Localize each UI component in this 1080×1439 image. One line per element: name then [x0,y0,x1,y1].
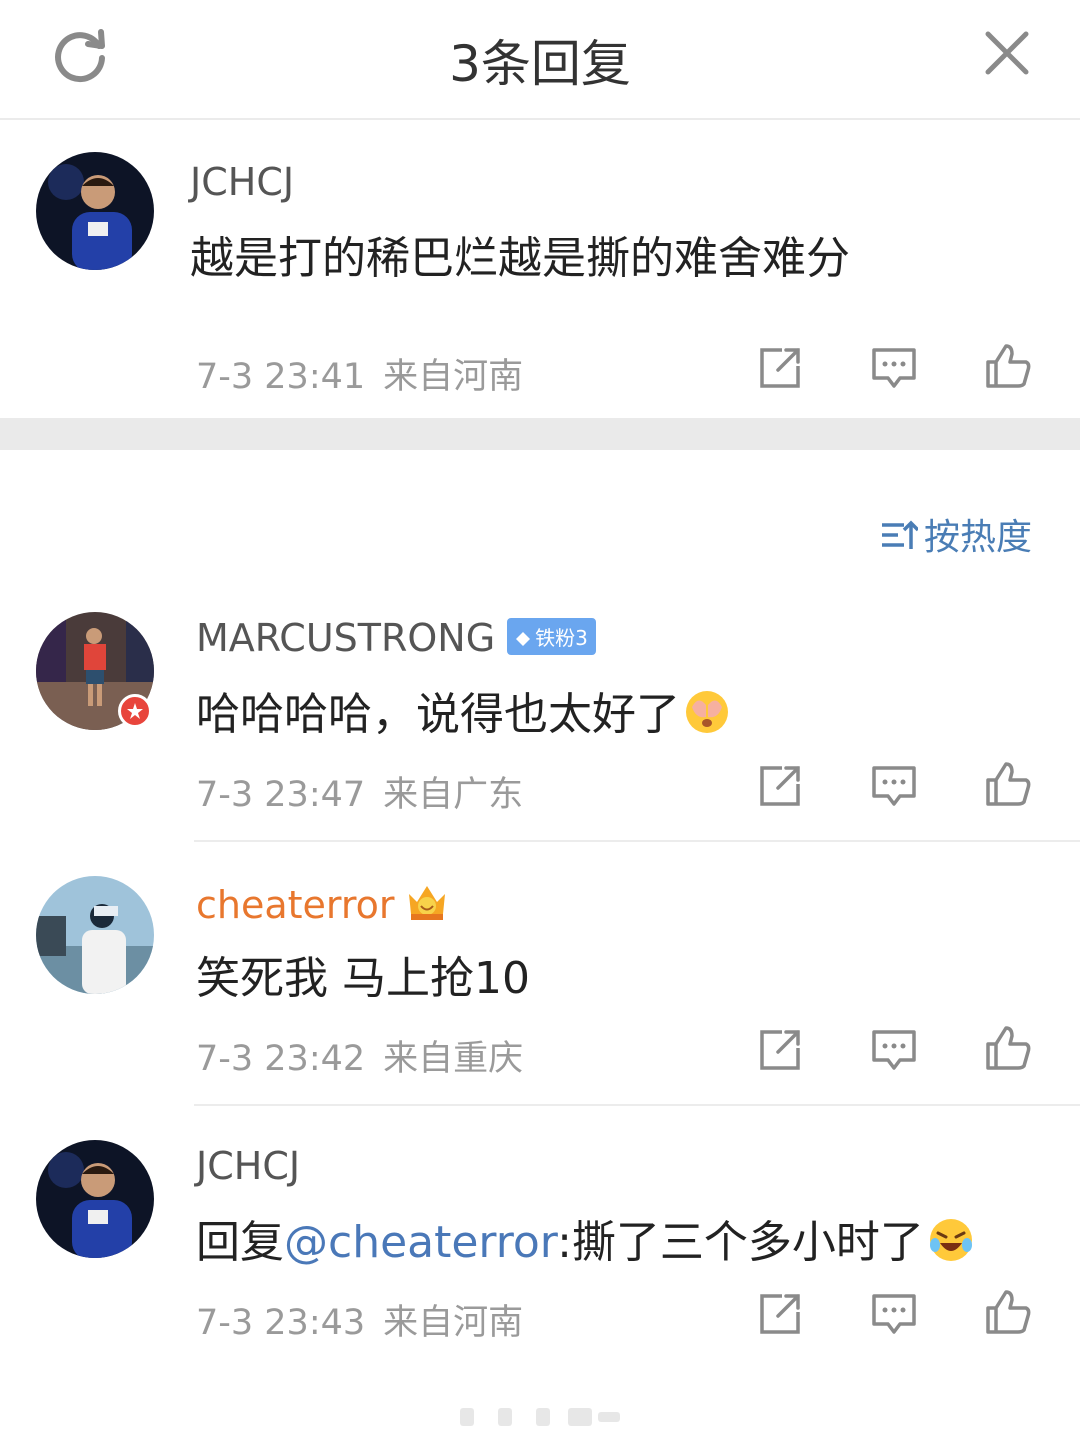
reply-username[interactable]: MARCUSTRONG 铁粉3 [196,616,596,660]
avatar[interactable] [36,876,154,994]
close-icon[interactable] [982,28,1032,78]
comment-text: 越是打的稀巴烂越是撕的难舍难分 [190,233,850,284]
watermark-icon [458,1402,624,1432]
reply-time: 7-3 23:43 [196,1303,366,1343]
reply-text: 回复@cheaterror:撕了三个多小时了 [196,1206,974,1270]
reply-username-text: MARCUSTRONG [196,616,496,660]
mention-link[interactable]: @cheaterror [284,1217,557,1268]
reply-username-text: cheaterror [196,883,395,927]
reply-time: 7-3 23:47 [196,775,366,815]
comment-location: 来自河南 [383,357,524,397]
comment-icon[interactable] [870,762,918,810]
reply-meta: 7-3 23:43 来自河南 [196,1294,523,1345]
laughing-crying-emoji-icon [928,1217,974,1263]
fan-badge: 铁粉3 [507,618,596,655]
header-bar: 3条回复 [0,0,1080,120]
share-icon[interactable] [756,1290,804,1338]
reply-username[interactable]: JCHCJ [196,1144,300,1188]
reply-separator [194,1104,1080,1106]
reply-location: 来自广东 [383,775,524,815]
comment-time: 7-3 23:41 [196,357,366,397]
comment-icon[interactable] [870,344,918,392]
reply-meta: 7-3 23:47 来自广东 [196,766,523,817]
diamond-icon [515,628,531,646]
share-icon[interactable] [756,344,804,392]
section-divider [0,418,1080,450]
share-icon[interactable] [756,762,804,810]
reply-time: 7-3 23:42 [196,1039,366,1079]
reply-text: 笑死我 马上抢10 [196,953,530,1004]
shy-face-emoji-icon [684,689,730,735]
crown-icon [405,880,449,924]
avatar[interactable] [36,1140,154,1258]
avatar[interactable] [36,152,154,270]
reply-text-content: 哈哈哈哈，说得也太好了 [196,689,680,740]
comment-meta: 7-3 23:41 来自河南 [196,348,523,399]
sort-button[interactable]: 按热度 [880,508,1032,560]
reply-location: 来自河南 [383,1303,524,1343]
reply-username[interactable]: cheaterror [196,880,449,927]
sort-icon [880,517,920,553]
sort-label: 按热度 [924,517,1033,558]
reply-text: 哈哈哈哈，说得也太好了 [196,678,730,742]
page-title: 3条回复 [449,35,631,93]
like-icon[interactable] [984,342,1032,390]
like-icon[interactable] [984,760,1032,808]
reply-location: 来自重庆 [383,1039,524,1079]
share-icon[interactable] [756,1026,804,1074]
reply-meta: 7-3 23:42 来自重庆 [196,1030,523,1081]
main-comment: JCHCJ 越是打的稀巴烂越是撕的难舍难分 7-3 23:41 来自河南 [0,122,1080,418]
reply-text-prefix: 回复 [196,1217,284,1268]
like-icon[interactable] [984,1288,1032,1336]
vip-badge-icon [118,694,152,728]
fan-badge-label: 铁粉3 [535,626,588,650]
reply-text-suffix: :撕了三个多小时了 [557,1217,924,1268]
like-icon[interactable] [984,1024,1032,1072]
comment-icon[interactable] [870,1026,918,1074]
reply-separator [194,840,1080,842]
comment-icon[interactable] [870,1290,918,1338]
comment-username[interactable]: JCHCJ [190,160,294,204]
